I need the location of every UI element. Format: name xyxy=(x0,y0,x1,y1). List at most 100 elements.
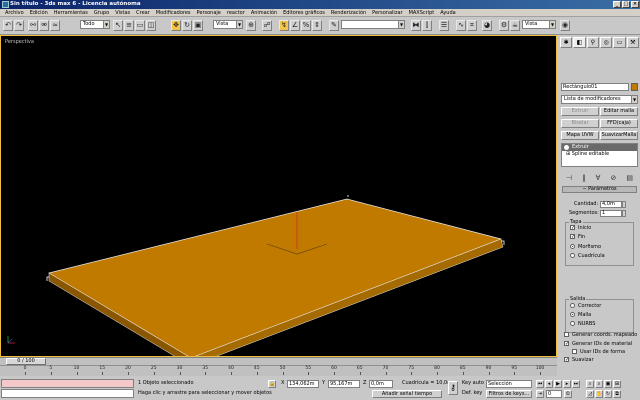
stack-item-spline-editable[interactable]: ⊞ Spline editable xyxy=(562,151,637,158)
lock-selection-icon[interactable]: 🔒 xyxy=(268,380,276,388)
morfismo-radio[interactable]: Morfismo xyxy=(570,244,601,251)
key-auto-button[interactable]: Key auto xyxy=(462,380,484,387)
menu-renderizacion[interactable]: Renderización xyxy=(328,9,369,16)
menu-vistas[interactable]: Vistas xyxy=(112,9,133,16)
select-object-icon[interactable]: ↖ xyxy=(113,20,123,31)
segmentos-field[interactable]: 1 xyxy=(600,210,622,217)
schematic-view-icon[interactable]: ⌗ xyxy=(467,20,477,31)
undo-icon[interactable]: ↶ xyxy=(3,20,13,31)
quick-render-icon[interactable]: ☕ xyxy=(510,20,520,31)
cantidad-field[interactable]: 4,0m xyxy=(600,201,622,208)
viewport-perspective[interactable]: Perspectiva xyxy=(0,35,557,357)
snap-toggle-icon[interactable]: ↯ xyxy=(279,20,289,31)
editar-malla-button[interactable]: Editar malla xyxy=(600,107,638,116)
mapa-uvw-button[interactable]: Mapa UVW xyxy=(561,131,599,140)
link-icon[interactable]: ⚯ xyxy=(28,20,38,31)
display-tab-icon[interactable]: ▭ xyxy=(613,37,626,48)
reference-coord-dropdown[interactable]: Vista ▼ xyxy=(213,20,243,29)
menu-edicion[interactable]: Edición xyxy=(27,9,51,16)
zoom-extents-all-icon[interactable]: ⊞ xyxy=(613,380,621,388)
next-frame-icon[interactable]: ▸ xyxy=(563,380,571,388)
menu-personalizar[interactable]: Personalizar xyxy=(369,9,405,16)
material-editor-icon[interactable]: ◕ xyxy=(482,20,492,31)
y-coord-field[interactable]: 95,167m xyxy=(328,380,360,388)
usar-ids-checkbox[interactable]: Usar IDs de forma xyxy=(572,349,625,356)
layer-manager-icon[interactable]: ☰ xyxy=(439,20,449,31)
modify-tab-icon[interactable]: ◧ xyxy=(573,37,586,48)
modifier-list-dropdown[interactable]: Lista de modificadores ▼ xyxy=(561,95,638,104)
redo-icon[interactable]: ↷ xyxy=(14,20,24,31)
menu-herramientas[interactable]: Herramientas xyxy=(51,9,91,16)
menu-modificadores[interactable]: Modificadores xyxy=(153,9,194,16)
field-of-view-icon[interactable]: ◿ xyxy=(586,390,594,398)
selection-filter-dropdown[interactable]: Todo ▼ xyxy=(80,20,110,29)
suavizar-checkbox[interactable]: ✓ Suavizar xyxy=(564,357,594,364)
menu-maxscript[interactable]: MAXScript xyxy=(406,9,438,16)
menu-editores-graficos[interactable]: Editores gráficos xyxy=(280,9,328,16)
ffd-caja-button[interactable]: FFD(caja) xyxy=(600,119,638,128)
key-mode-toggle-icon[interactable]: ⇥ xyxy=(536,390,544,398)
align-icon[interactable]: ⫿ xyxy=(422,20,432,31)
corrector-radio[interactable]: Corrector xyxy=(570,303,601,310)
render-scene-icon[interactable]: ⚙ xyxy=(499,20,509,31)
fin-checkbox[interactable]: ✓ Fin xyxy=(570,234,585,241)
maxscript-listener-output[interactable] xyxy=(1,389,134,398)
segmentos-spinner-icon[interactable] xyxy=(622,210,626,217)
menu-reactor[interactable]: reactor xyxy=(224,9,248,16)
generar-ids-checkbox[interactable]: ✓ Generar IDs de material xyxy=(564,341,632,348)
key-icon[interactable]: ⚷ xyxy=(448,381,458,395)
menu-animacion[interactable]: Animación xyxy=(248,9,280,16)
play-icon[interactable]: ▶ xyxy=(554,380,562,388)
malla-radio[interactable]: Malla xyxy=(570,312,591,319)
hierarchy-tab-icon[interactable]: ⚲ xyxy=(586,37,599,48)
bind-spacewarp-icon[interactable]: ≈ xyxy=(50,20,60,31)
select-move-icon[interactable]: ✥ xyxy=(171,20,181,31)
key-filters-button[interactable]: Filtros de keys... xyxy=(486,390,532,398)
extruir-button[interactable]: Extruir xyxy=(561,107,599,116)
menu-grupo[interactable]: Grupo xyxy=(91,9,112,16)
spinner-snap-icon[interactable]: ⇕ xyxy=(312,20,322,31)
select-by-name-icon[interactable]: ≡ xyxy=(124,20,134,31)
window-crossing-icon[interactable]: ◫ xyxy=(146,20,156,31)
motion-tab-icon[interactable]: ◎ xyxy=(599,37,613,48)
nurbs-radio[interactable]: NURBS xyxy=(570,321,595,328)
minimize-button[interactable]: _ xyxy=(613,1,621,8)
suavizar-malla-button[interactable]: SuavizarMalla xyxy=(600,131,638,140)
add-time-tag-button[interactable]: Añadir señal tiempo xyxy=(372,390,442,398)
time-config-icon[interactable]: ⏲ xyxy=(564,390,572,398)
arc-rotate-icon[interactable]: ↻ xyxy=(604,390,612,398)
remove-modifier-icon[interactable]: ⊘ xyxy=(610,173,616,183)
select-rotate-icon[interactable]: ↻ xyxy=(182,20,192,31)
object-color-swatch[interactable] xyxy=(631,83,638,91)
current-frame-field[interactable]: 0 xyxy=(546,390,562,398)
menu-ayuda[interactable]: Ayuda xyxy=(437,9,458,16)
close-button[interactable]: × xyxy=(631,1,639,8)
configure-sets-icon[interactable]: ▤ xyxy=(626,173,633,183)
named-selection-dropdown[interactable]: ▼ xyxy=(341,20,405,29)
unlink-icon[interactable]: ⚮ xyxy=(39,20,49,31)
maxscript-listener-mini[interactable] xyxy=(1,379,134,388)
edit-named-selections-icon[interactable]: ✎ xyxy=(329,20,339,31)
mirror-icon[interactable]: ⧓ xyxy=(411,20,421,31)
make-unique-icon[interactable]: ∀ xyxy=(596,173,601,183)
render-last-icon[interactable]: ◉ xyxy=(560,20,570,31)
biselar-button[interactable]: Biselar xyxy=(561,119,599,128)
def-key-button[interactable]: Def. key xyxy=(462,390,482,397)
curve-editor-icon[interactable]: ∿ xyxy=(456,20,466,31)
percent-snap-icon[interactable]: % xyxy=(301,20,311,31)
cuadricula-radio[interactable]: Cuadrícula xyxy=(570,253,605,260)
render-type-dropdown[interactable]: Vista ▼ xyxy=(522,20,556,29)
inicio-checkbox[interactable]: ✓ Inicio xyxy=(570,225,591,232)
angle-snap-icon[interactable]: ∠ xyxy=(290,20,300,31)
menu-crear[interactable]: Crear xyxy=(133,9,153,16)
z-coord-field[interactable]: 0,0m xyxy=(369,380,393,388)
track-bar[interactable]: 0 5 10 15 20 25 30 35 40 45 50 55 60 65 70 75 80 85 90 95 10… xyxy=(0,365,557,376)
menu-archivo[interactable]: Archivo xyxy=(2,9,27,16)
pin-stack-icon[interactable]: ⊣ xyxy=(566,173,572,183)
rect-region-icon[interactable]: ▭ xyxy=(135,20,145,31)
previous-frame-icon[interactable]: ◂ xyxy=(545,380,553,388)
create-tab-icon[interactable]: ✱ xyxy=(560,37,573,48)
generar-coords-checkbox[interactable]: Generar coords. mapeado xyxy=(564,332,637,339)
show-end-result-icon[interactable]: ‖ xyxy=(582,173,586,183)
pivot-center-icon[interactable]: ⊕ xyxy=(246,20,256,31)
